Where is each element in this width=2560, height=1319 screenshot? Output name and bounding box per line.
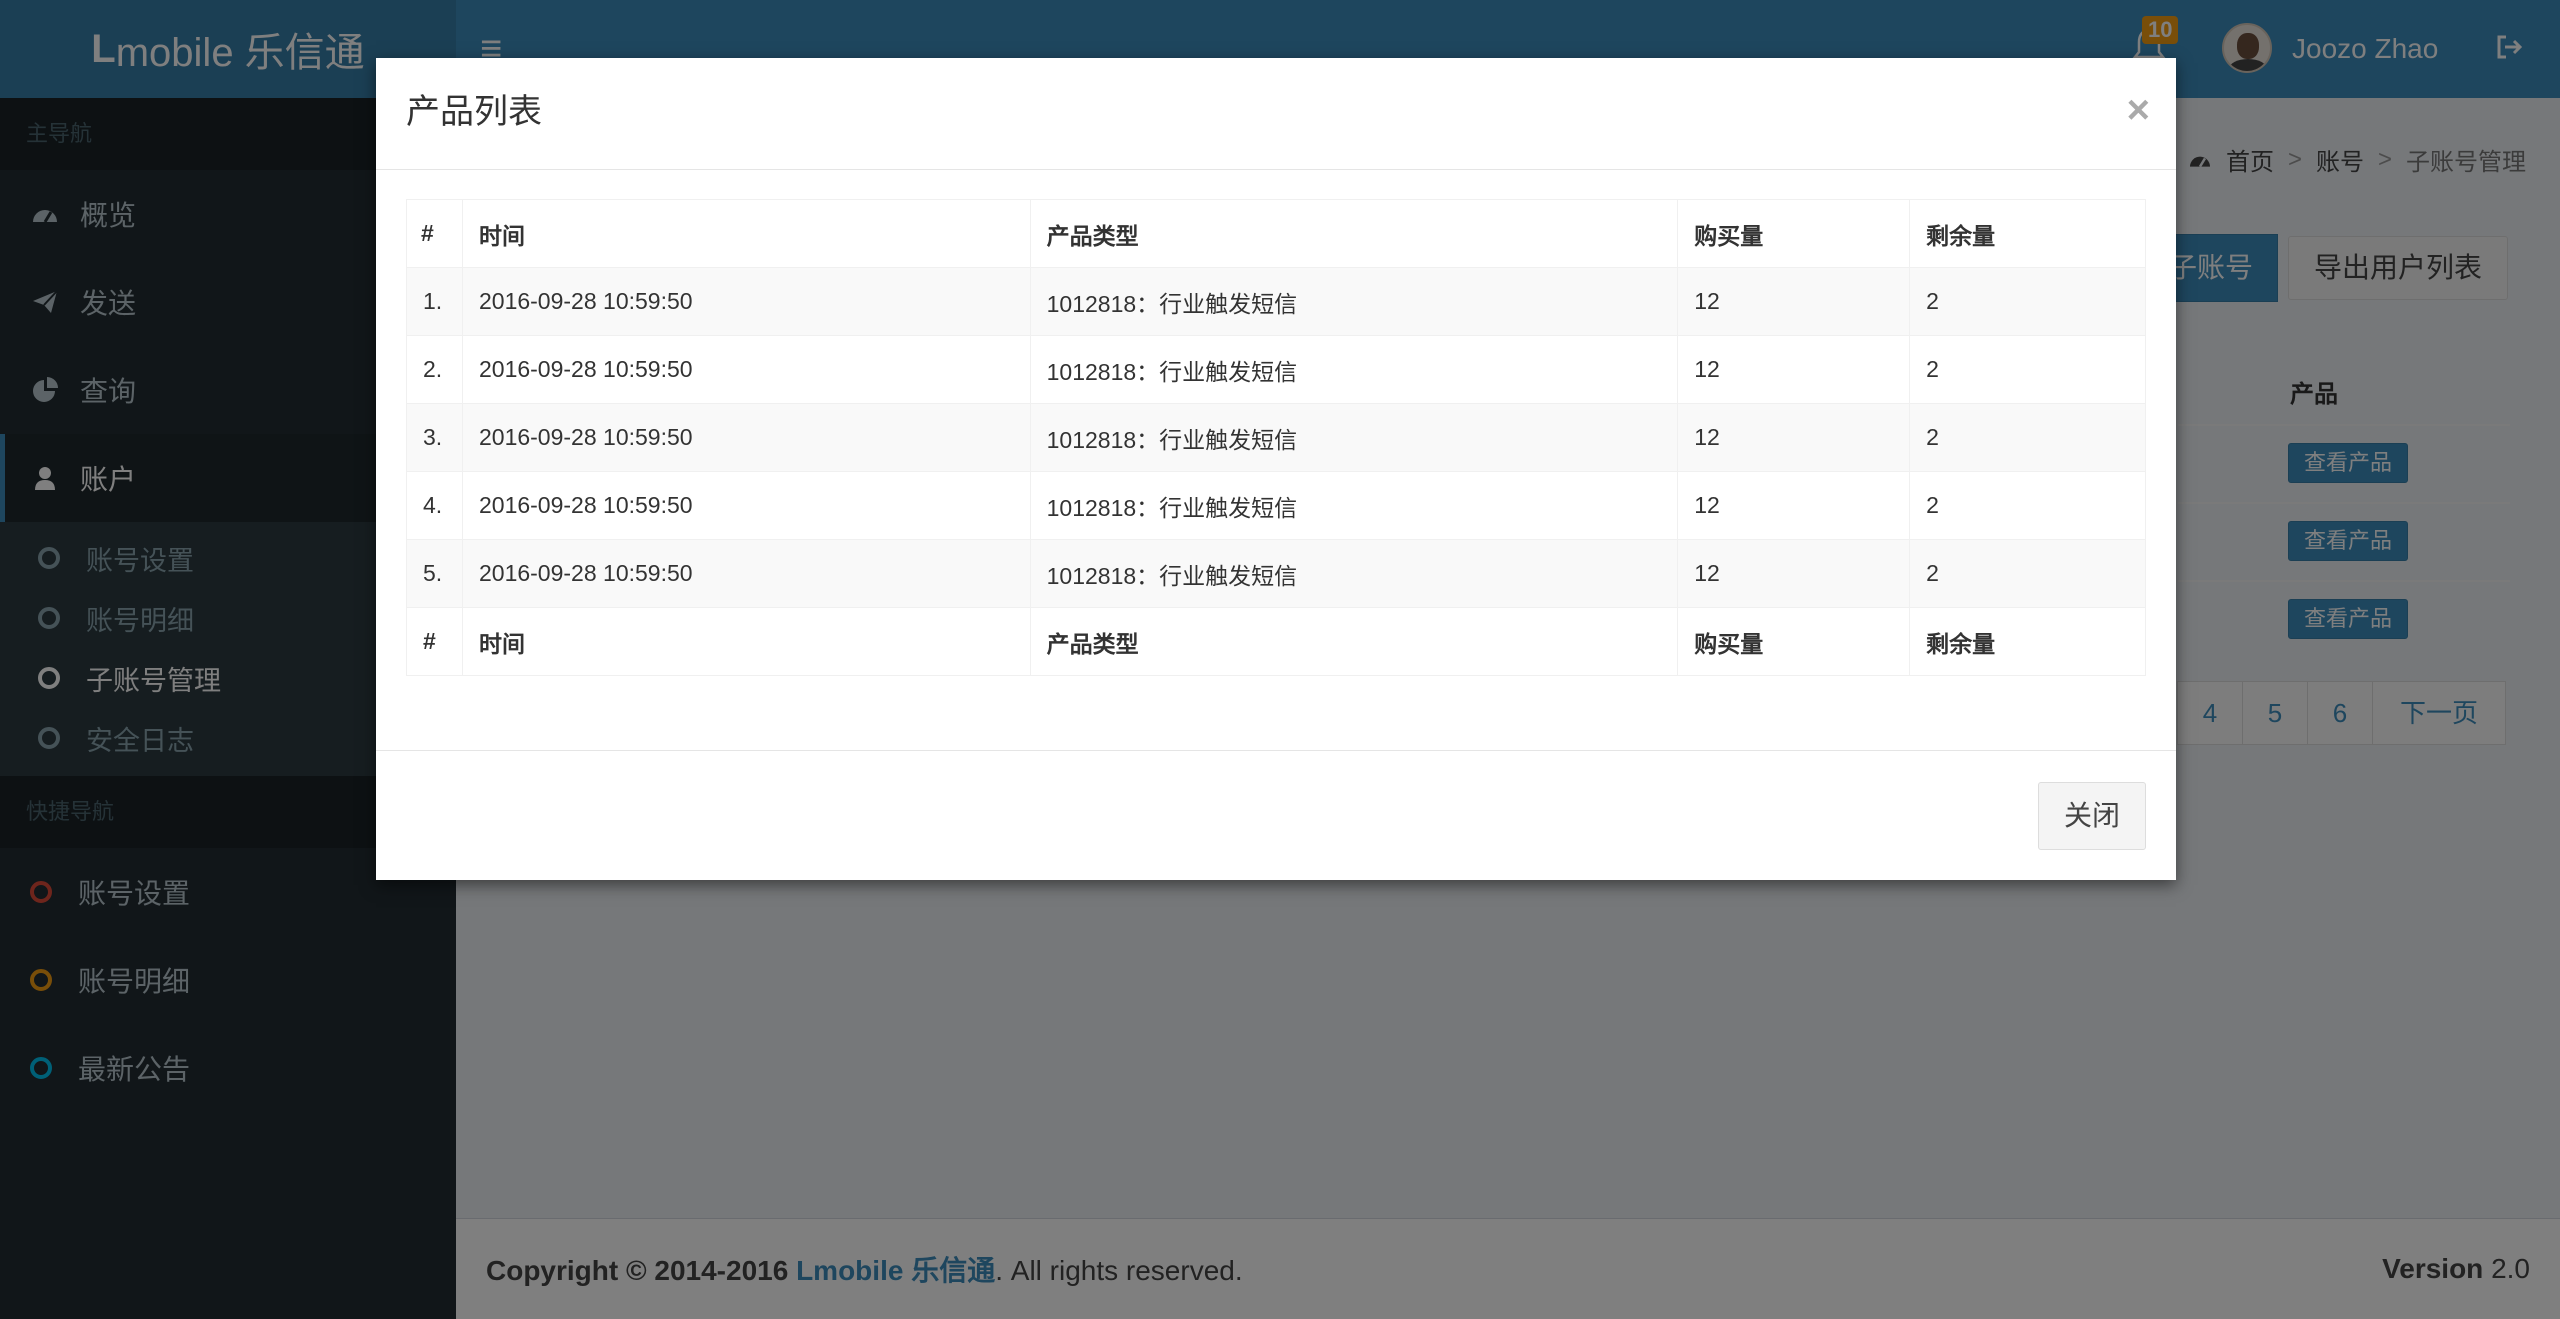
- cell-time: 2016-09-28 10:59:50: [461, 403, 1031, 472]
- cell-purchased: 12: [1677, 335, 1911, 404]
- cell-index: 4.: [406, 471, 463, 540]
- cell-time: 2016-09-28 10:59:50: [461, 539, 1031, 608]
- table-row: 2. 2016-09-28 10:59:50 1012818：行业触发短信 12…: [406, 335, 2146, 404]
- modal-header: 产品列表 ×: [376, 58, 2176, 170]
- modal-body: # 时间 产品类型 购买量 剩余量 1. 2016-09-28 10:59:50…: [406, 199, 2146, 676]
- cell-product-type: 1012818：行业触发短信: [1029, 471, 1679, 540]
- close-icon[interactable]: ×: [2127, 88, 2150, 132]
- cell-remaining: 2: [1909, 471, 2146, 540]
- column-footer-purchased: 购买量: [1677, 607, 1911, 676]
- column-footer-product-type: 产品类型: [1029, 607, 1679, 676]
- cell-purchased: 12: [1677, 539, 1911, 608]
- column-header-remaining: 剩余量: [1909, 199, 2146, 268]
- cell-time: 2016-09-28 10:59:50: [461, 471, 1031, 540]
- product-list-modal: 产品列表 × # 时间 产品类型 购买量 剩余量 1. 2016-09-28 1…: [376, 58, 2176, 880]
- column-header-product-type: 产品类型: [1029, 199, 1679, 268]
- table-header-row: # 时间 产品类型 购买量 剩余量: [406, 199, 2146, 268]
- cell-time: 2016-09-28 10:59:50: [461, 335, 1031, 404]
- column-footer-index: #: [406, 607, 463, 676]
- cell-remaining: 2: [1909, 403, 2146, 472]
- cell-purchased: 12: [1677, 403, 1911, 472]
- cell-product-type: 1012818：行业触发短信: [1029, 403, 1679, 472]
- table-footer-row: # 时间 产品类型 购买量 剩余量: [406, 607, 2146, 676]
- column-footer-remaining: 剩余量: [1909, 607, 2146, 676]
- column-header-index: #: [406, 199, 463, 268]
- column-header-time: 时间: [461, 199, 1031, 268]
- close-button[interactable]: 关闭: [2038, 782, 2146, 850]
- cell-index: 2.: [406, 335, 463, 404]
- cell-index: 5.: [406, 539, 463, 608]
- cell-product-type: 1012818：行业触发短信: [1029, 539, 1679, 608]
- cell-product-type: 1012818：行业触发短信: [1029, 335, 1679, 404]
- column-footer-time: 时间: [461, 607, 1031, 676]
- cell-index: 3.: [406, 403, 463, 472]
- cell-time: 2016-09-28 10:59:50: [461, 267, 1031, 336]
- cell-remaining: 2: [1909, 267, 2146, 336]
- modal-footer: 关闭: [376, 750, 2176, 880]
- table-row: 1. 2016-09-28 10:59:50 1012818：行业触发短信 12…: [406, 267, 2146, 336]
- cell-purchased: 12: [1677, 267, 1911, 336]
- column-header-purchased: 购买量: [1677, 199, 1911, 268]
- cell-product-type: 1012818：行业触发短信: [1029, 267, 1679, 336]
- modal-title: 产品列表: [406, 93, 542, 131]
- table-row: 3. 2016-09-28 10:59:50 1012818：行业触发短信 12…: [406, 403, 2146, 472]
- cell-purchased: 12: [1677, 471, 1911, 540]
- cell-remaining: 2: [1909, 539, 2146, 608]
- table-row: 4. 2016-09-28 10:59:50 1012818：行业触发短信 12…: [406, 471, 2146, 540]
- cell-index: 1.: [406, 267, 463, 336]
- product-table: # 时间 产品类型 购买量 剩余量 1. 2016-09-28 10:59:50…: [406, 199, 2146, 676]
- cell-remaining: 2: [1909, 335, 2146, 404]
- table-row: 5. 2016-09-28 10:59:50 1012818：行业触发短信 12…: [406, 539, 2146, 608]
